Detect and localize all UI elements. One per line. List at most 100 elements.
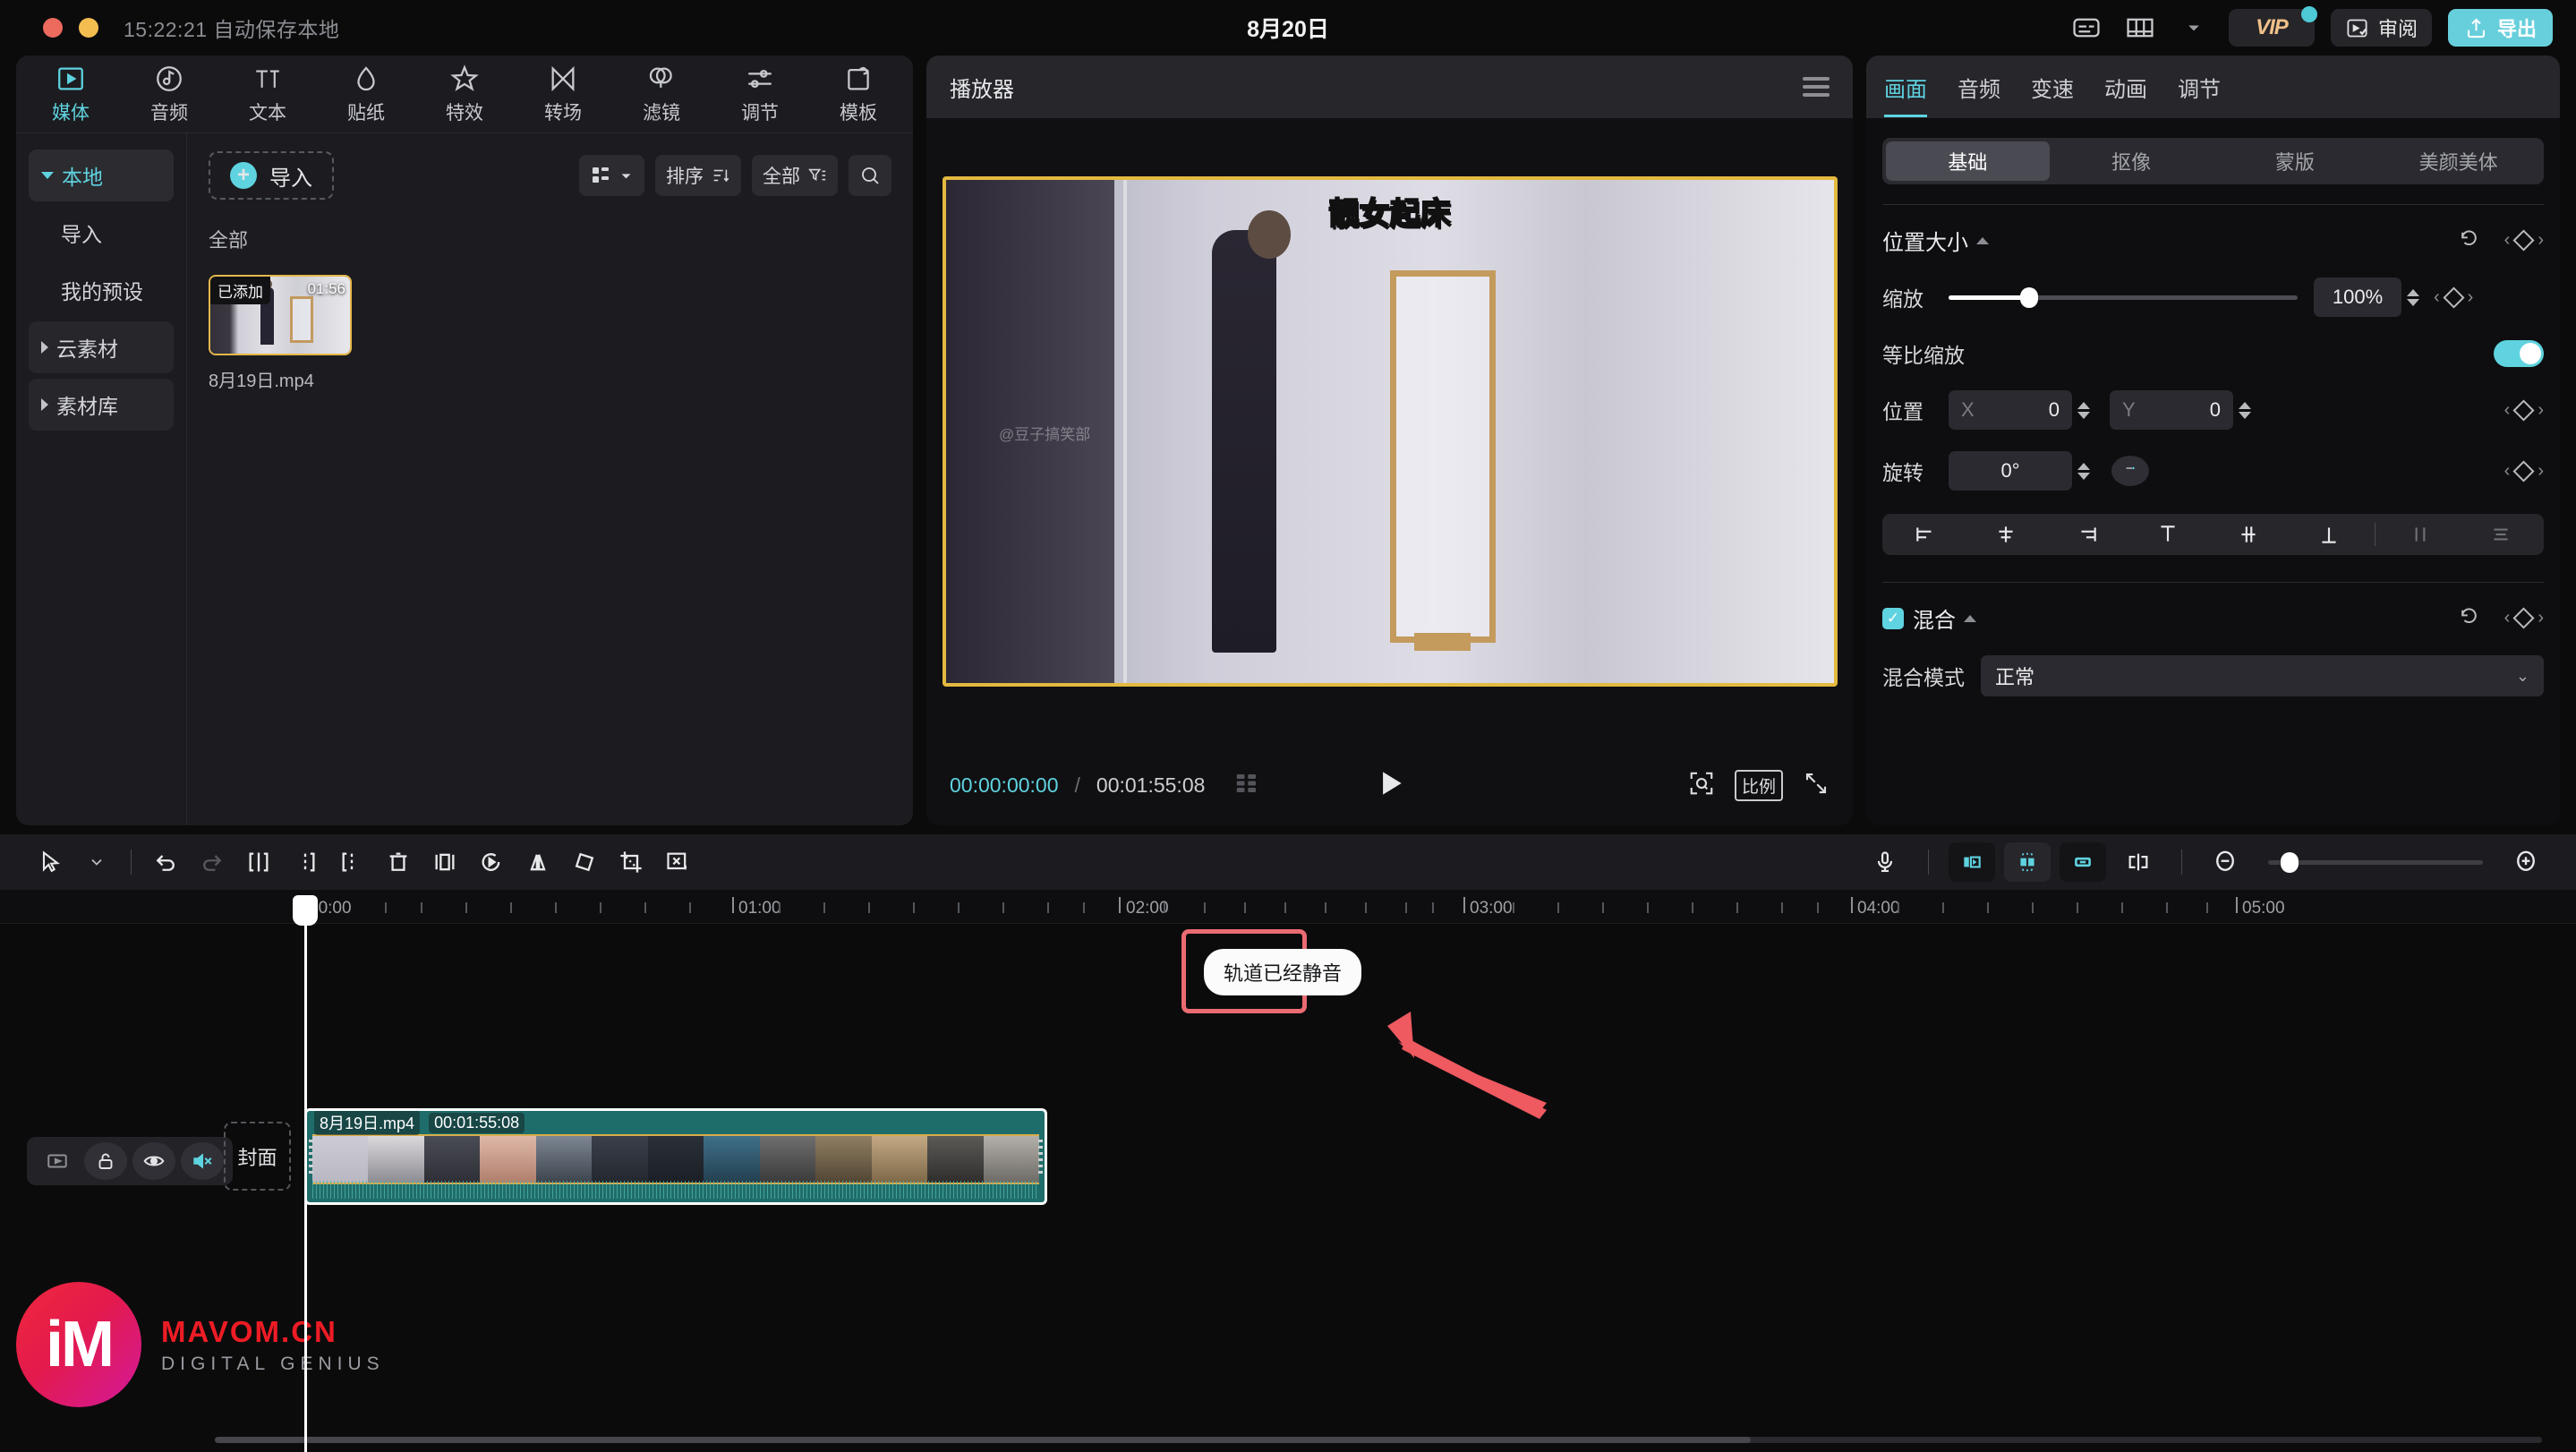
sidebar-item-local[interactable]: 本地 <box>29 149 174 201</box>
clip-trim-handle-right[interactable] <box>1038 1140 1043 1174</box>
video-preview[interactable]: @豆子搞笑部 靓女起床 — <box>942 176 1838 687</box>
rotate-handle[interactable]: — <box>1380 681 1400 683</box>
chevron-down-icon-tool[interactable] <box>73 842 120 882</box>
subtab-beauty[interactable]: 美颜美体 <box>2376 141 2540 181</box>
align-left-icon[interactable] <box>1889 523 1961 546</box>
review-button[interactable]: 审阅 <box>2330 9 2432 47</box>
position-keyframe-icon[interactable]: ‹ › <box>2504 398 2544 422</box>
zoom-slider[interactable] <box>2268 851 2483 873</box>
fullscreen-icon[interactable] <box>1803 770 1830 801</box>
tab-adjust[interactable]: 调节 <box>711 64 809 125</box>
microphone-icon[interactable] <box>1862 842 1908 882</box>
reset-icon[interactable] <box>2457 226 2481 255</box>
eye-icon[interactable] <box>132 1142 175 1180</box>
snap-left-icon[interactable] <box>1949 842 1995 882</box>
split-icon[interactable] <box>235 842 282 882</box>
hamburger-icon[interactable] <box>1803 77 1830 97</box>
audio-detach-icon[interactable] <box>654 842 701 882</box>
mirror-icon[interactable] <box>515 842 561 882</box>
crop-icon[interactable] <box>608 842 654 882</box>
tab-transition[interactable]: 转场 <box>514 64 612 125</box>
resize-handle-bottom-left[interactable] <box>946 669 960 683</box>
reverse-icon[interactable] <box>468 842 515 882</box>
grid-view-icon[interactable] <box>579 155 644 196</box>
vip-button[interactable]: VIP <box>2228 6 2317 47</box>
split-marker-icon[interactable] <box>2115 842 2162 882</box>
position-x-stepper[interactable] <box>2077 401 2090 419</box>
media-asset-item[interactable]: 已添加 01:56 8月19日.mp4 <box>209 275 352 392</box>
play-icon[interactable] <box>1373 766 1407 805</box>
trim-right-icon[interactable] <box>328 842 375 882</box>
tab-text[interactable]: 文本 <box>218 64 317 125</box>
redo-icon[interactable] <box>189 842 235 882</box>
clip-trim-handle-left[interactable] <box>309 1140 313 1174</box>
chevron-down-icon[interactable] <box>2175 13 2213 43</box>
keyframe-diamond-icon[interactable]: ‹ › <box>2504 229 2544 252</box>
tab-effects[interactable]: 特效 <box>415 64 514 125</box>
rotate-keyframe-icon[interactable]: ‹ › <box>2504 459 2544 483</box>
align-middle-v-icon[interactable] <box>2213 523 2284 546</box>
zoom-slider-knob[interactable] <box>2281 851 2299 873</box>
playhead-grip[interactable] <box>293 895 318 926</box>
delete-icon[interactable] <box>375 842 422 882</box>
position-x-input[interactable]: X 0 <box>1949 390 2072 430</box>
trim-left-icon[interactable] <box>282 842 328 882</box>
undo-icon[interactable] <box>142 842 189 882</box>
tab-animation[interactable]: 动画 <box>2104 72 2147 103</box>
storyboard-icon[interactable] <box>1233 770 1260 801</box>
sort-button[interactable]: 排序 <box>655 155 741 196</box>
resize-handle-bottom-right[interactable] <box>1820 669 1834 683</box>
select-cursor-icon[interactable] <box>27 842 73 882</box>
tab-template[interactable]: 模板 <box>809 64 908 125</box>
tab-adjust-props[interactable]: 调节 <box>2178 72 2221 103</box>
subtab-basic[interactable]: 基础 <box>1886 141 2050 181</box>
scale-keyframe-icon[interactable]: ‹ › <box>2434 286 2473 309</box>
sidebar-item-library[interactable]: 素材库 <box>29 379 174 431</box>
align-top-icon[interactable] <box>2132 523 2204 546</box>
tab-filter[interactable]: 滤镜 <box>612 64 711 125</box>
timeline-ruler[interactable]: 00:00 01:00 02:00 03:00 04:00 05:00 <box>0 890 2576 924</box>
resize-handle-top-right[interactable] <box>1820 180 1834 194</box>
zoom-out-icon[interactable] <box>2202 842 2248 882</box>
import-button[interactable]: + 导入 <box>209 151 334 200</box>
layout-icon[interactable] <box>2121 13 2159 43</box>
sidebar-item-cloud[interactable]: 云素材 <box>29 321 174 373</box>
position-y-input[interactable]: Y 0 <box>2110 390 2233 430</box>
media-asset-thumbnail[interactable]: 已添加 01:56 <box>209 275 352 355</box>
distribute-h-icon[interactable] <box>2384 523 2456 546</box>
tab-audio-props[interactable]: 音频 <box>1958 72 2000 103</box>
resize-handle-top-left[interactable] <box>946 180 960 194</box>
uniform-scale-toggle[interactable] <box>2494 340 2544 367</box>
cover-button[interactable]: 封面 <box>224 1122 291 1191</box>
chevron-up-icon-blend[interactable] <box>1964 614 1976 622</box>
filter-button[interactable]: 全部 <box>752 155 838 196</box>
subtitle-icon[interactable] <box>2068 13 2105 43</box>
sidebar-item-presets[interactable]: 我的预设 <box>29 264 174 316</box>
align-right-icon[interactable] <box>2051 523 2123 546</box>
align-bottom-icon[interactable] <box>2293 523 2365 546</box>
tab-media[interactable]: 媒体 <box>21 64 120 125</box>
subtab-chromakey[interactable]: 抠像 <box>2050 141 2213 181</box>
freeze-frame-icon[interactable] <box>422 842 468 882</box>
rotate-value-input[interactable]: 0° <box>1949 451 2072 491</box>
subtab-mask[interactable]: 蒙版 <box>2213 141 2377 181</box>
tab-picture[interactable]: 画面 <box>1884 72 1927 117</box>
fit-screen-icon[interactable] <box>1688 770 1715 801</box>
rotate-icon[interactable] <box>561 842 608 882</box>
blend-checkbox[interactable]: ✓ <box>1882 607 1904 629</box>
mute-icon[interactable] <box>181 1142 224 1180</box>
zoom-in-icon[interactable] <box>2503 842 2549 882</box>
reset-icon-blend[interactable] <box>2457 604 2481 633</box>
scale-slider-knob[interactable] <box>2019 286 2038 308</box>
blend-keyframe-icon[interactable]: ‹ › <box>2504 607 2544 629</box>
playhead[interactable] <box>293 895 318 1452</box>
tab-speed[interactable]: 变速 <box>2031 72 2074 103</box>
rotate-stepper[interactable] <box>2077 462 2090 480</box>
timeline-clip[interactable]: 8月19日.mp4 00:01:55:08 <box>304 1108 1047 1205</box>
scale-slider[interactable] <box>1949 286 2298 308</box>
snap-center-icon[interactable] <box>2004 842 2051 882</box>
track-preview-icon[interactable] <box>36 1142 79 1180</box>
align-center-h-icon[interactable] <box>1970 523 2042 546</box>
tab-sticker[interactable]: 贴纸 <box>317 64 415 125</box>
search-icon[interactable] <box>849 155 891 196</box>
